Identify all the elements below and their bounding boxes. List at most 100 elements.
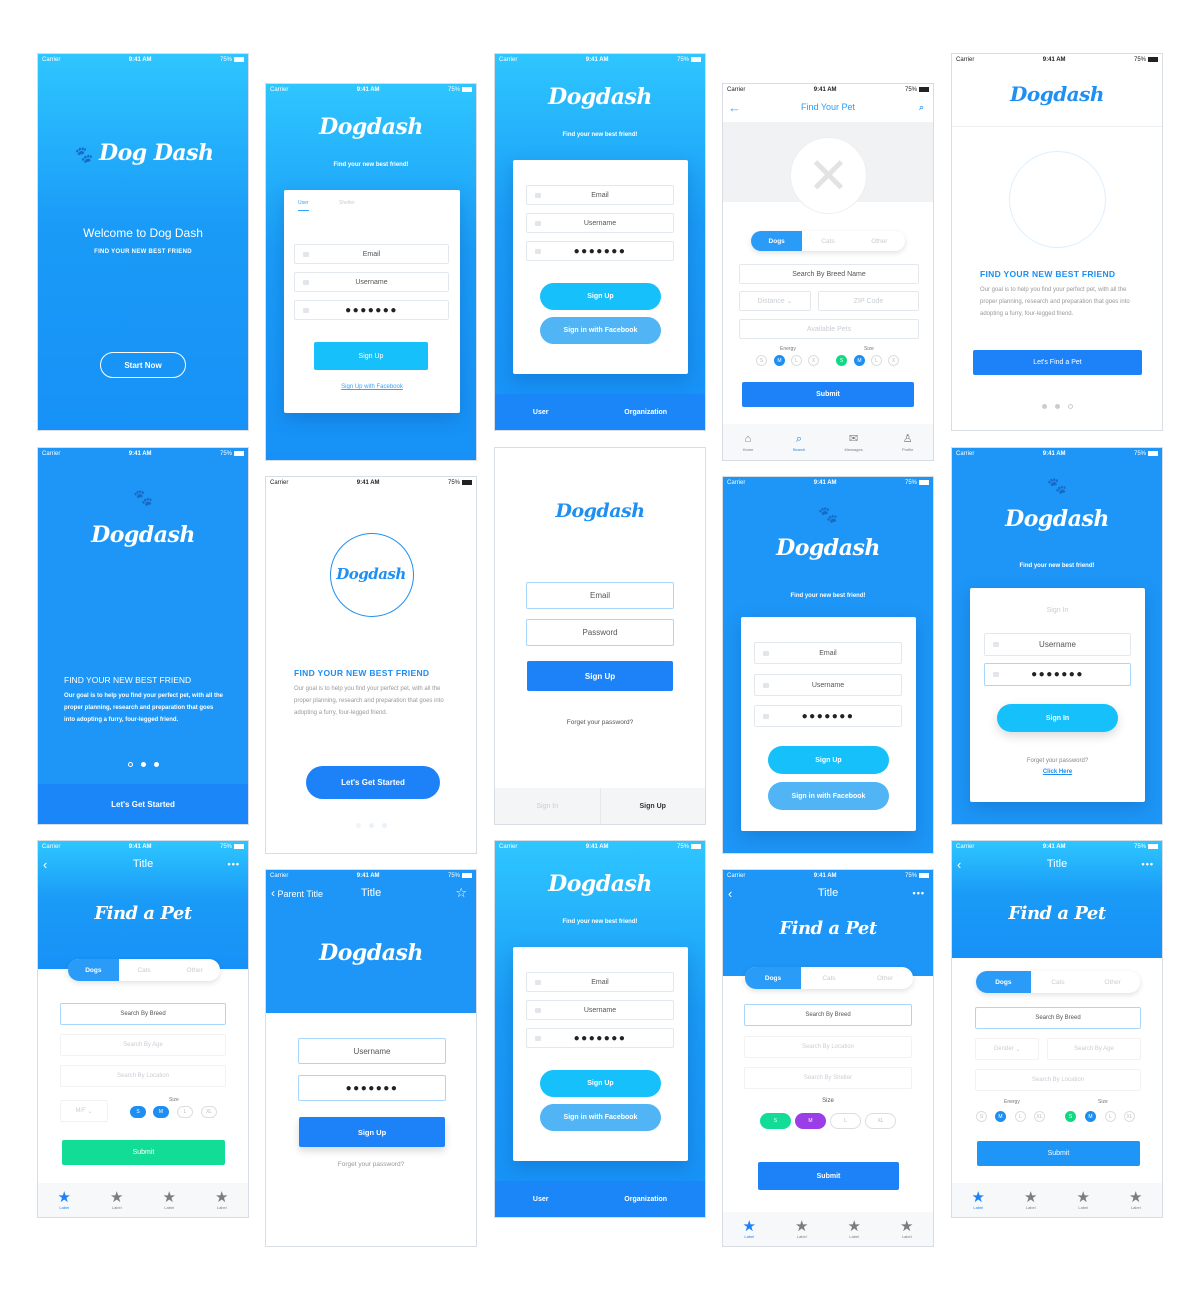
email-field[interactable]: Email: [294, 244, 449, 264]
find-pet-button[interactable]: Let's Find a Pet: [973, 350, 1142, 375]
distance-select[interactable]: Distance ⌄: [739, 291, 811, 311]
signup-button[interactable]: Sign Up: [314, 342, 428, 370]
submit-button[interactable]: Submit: [742, 382, 914, 407]
size-option[interactable]: M: [854, 355, 865, 366]
energy-option[interactable]: S: [976, 1111, 987, 1122]
size-option[interactable]: XL: [865, 1113, 896, 1129]
back-chevron-icon[interactable]: ‹: [43, 857, 47, 872]
email-field[interactable]: Email: [526, 582, 674, 609]
tab-item[interactable]: ★ Label: [743, 1219, 756, 1239]
breed-search-input[interactable]: Search By Breed: [60, 1003, 226, 1025]
email-field[interactable]: Email: [526, 185, 674, 205]
tab-organization[interactable]: Organization: [624, 1196, 667, 1203]
size-option[interactable]: X: [888, 355, 899, 366]
tab-item[interactable]: ★ Label: [58, 1190, 71, 1210]
size-option[interactable]: M: [1085, 1111, 1096, 1122]
size-option[interactable]: S: [130, 1106, 146, 1118]
tab-item[interactable]: ★ Label: [1129, 1190, 1142, 1210]
energy-option[interactable]: L: [1015, 1111, 1026, 1122]
star-outline-icon[interactable]: ☆: [455, 885, 468, 901]
size-option[interactable]: XL: [1124, 1111, 1135, 1122]
signup-button[interactable]: Sign Up: [540, 283, 661, 310]
tab-user[interactable]: User: [298, 200, 309, 211]
tab-home[interactable]: ⌂ Home: [743, 432, 754, 452]
signin-button[interactable]: Sign In: [997, 704, 1118, 732]
segment-cats[interactable]: Cats: [1031, 971, 1086, 993]
username-field[interactable]: Username: [754, 674, 902, 696]
pet-type-segment[interactable]: Dogs Cats Other: [68, 959, 220, 981]
more-icon[interactable]: •••: [913, 888, 925, 898]
gender-select[interactable]: M/F ⌄: [60, 1100, 108, 1122]
age-search-input[interactable]: Search By Age: [60, 1034, 226, 1056]
tab-sign-in[interactable]: Sign In: [495, 788, 601, 824]
tab-item[interactable]: ★ Label: [1024, 1190, 1037, 1210]
back-chevron-icon[interactable]: ‹: [728, 886, 732, 901]
username-field[interactable]: Username: [294, 272, 449, 292]
facebook-signin-button[interactable]: Sign in with Facebook: [540, 1104, 661, 1131]
size-option[interactable]: L: [1105, 1111, 1116, 1122]
tab-user[interactable]: User: [533, 1196, 549, 1203]
facebook-signin-button[interactable]: Sign in with Facebook: [768, 782, 889, 810]
signup-button[interactable]: Sign Up: [768, 746, 889, 774]
breed-search-input[interactable]: Search By Breed: [975, 1007, 1141, 1029]
segment-cats[interactable]: Cats: [802, 231, 853, 251]
signup-button[interactable]: Sign Up: [540, 1070, 661, 1097]
segment-dogs[interactable]: Dogs: [68, 959, 119, 981]
breed-search-input[interactable]: Search By Breed Name: [739, 264, 919, 284]
signup-button[interactable]: Sign Up: [527, 661, 673, 691]
password-field[interactable]: ●●●●●●●: [526, 241, 674, 261]
tab-organization[interactable]: Organization: [624, 409, 667, 416]
location-search-input[interactable]: Search By Location: [975, 1069, 1141, 1091]
forgot-password-link[interactable]: Forget your password?: [495, 719, 705, 726]
password-field[interactable]: ●●●●●●●: [984, 663, 1131, 686]
back-chevron-icon[interactable]: ‹: [957, 857, 961, 872]
tab-item[interactable]: ★ Label: [900, 1219, 913, 1239]
energy-option[interactable]: S: [756, 355, 767, 366]
energy-option[interactable]: M: [995, 1111, 1006, 1122]
gender-select[interactable]: Gender ⌄: [975, 1038, 1039, 1060]
tab-item[interactable]: ★ Label: [1077, 1190, 1090, 1210]
signup-button[interactable]: Sign Up: [299, 1117, 445, 1147]
submit-button[interactable]: Submit: [62, 1140, 225, 1165]
facebook-signup-link[interactable]: Sign Up with Facebook: [284, 384, 460, 390]
tab-item[interactable]: ★ Label: [110, 1190, 123, 1210]
click-here-link[interactable]: Click Here: [970, 769, 1145, 775]
password-field[interactable]: ●●●●●●●: [298, 1075, 446, 1101]
energy-option[interactable]: L: [791, 355, 802, 366]
tab-item[interactable]: ★ Label: [163, 1190, 176, 1210]
password-field[interactable]: Password: [526, 619, 674, 646]
size-option[interactable]: S: [1065, 1111, 1076, 1122]
back-button[interactable]: ‹ Parent Title: [271, 886, 323, 900]
shelter-search-input[interactable]: Search By Shelter: [744, 1067, 912, 1089]
tab-search[interactable]: ⌕ Search: [793, 432, 806, 452]
get-started-button[interactable]: Let's Get Started: [38, 784, 248, 824]
more-icon[interactable]: •••: [228, 859, 240, 869]
segment-other[interactable]: Other: [857, 967, 913, 989]
email-field[interactable]: Email: [754, 642, 902, 664]
size-option[interactable]: S: [836, 355, 847, 366]
tab-profile[interactable]: ♙ Profile: [902, 432, 913, 452]
segment-dogs[interactable]: Dogs: [976, 971, 1031, 993]
segment-cats[interactable]: Cats: [801, 967, 857, 989]
segment-dogs[interactable]: Dogs: [745, 967, 801, 989]
back-arrow-icon[interactable]: ←: [728, 100, 741, 115]
zip-code-input[interactable]: ZIP Code: [818, 291, 919, 311]
size-option[interactable]: L: [177, 1106, 193, 1118]
password-field[interactable]: ●●●●●●●: [526, 1028, 674, 1048]
size-option[interactable]: XL: [201, 1106, 217, 1118]
segment-other[interactable]: Other: [169, 959, 220, 981]
tab-sign-up[interactable]: Sign Up: [601, 788, 706, 824]
get-started-button[interactable]: Let's Get Started: [306, 766, 440, 799]
pet-type-segment[interactable]: Dogs Cats Other: [751, 231, 905, 251]
breed-search-input[interactable]: Search By Breed: [744, 1004, 912, 1026]
tab-shelter[interactable]: Shelter: [339, 200, 355, 206]
search-icon[interactable]: ⌕: [919, 102, 925, 113]
pet-type-segment[interactable]: Dogs Cats Other: [745, 967, 913, 989]
forgot-password-link[interactable]: Forget your password?: [266, 1161, 476, 1168]
available-pets-input[interactable]: Available Pets: [739, 319, 919, 339]
segment-dogs[interactable]: Dogs: [751, 231, 803, 251]
energy-option[interactable]: XL: [1034, 1111, 1045, 1122]
password-field[interactable]: ●●●●●●●: [754, 705, 902, 727]
segment-other[interactable]: Other: [1085, 971, 1140, 993]
email-field[interactable]: Email: [526, 972, 674, 992]
